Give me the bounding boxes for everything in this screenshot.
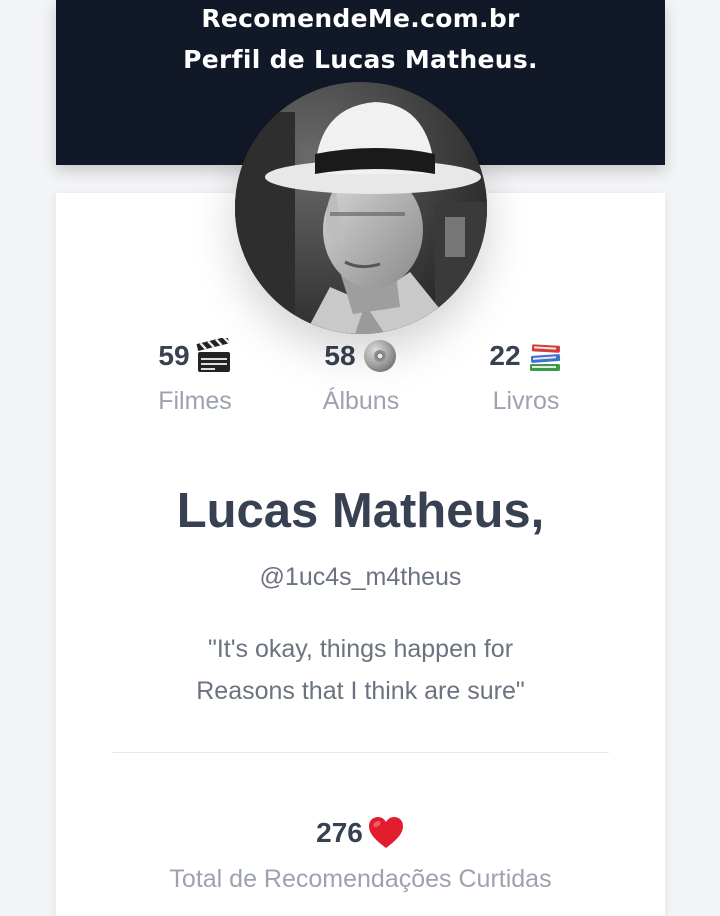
heart-icon: [367, 815, 405, 851]
likes-total: 276: [56, 815, 665, 851]
likes-count: 276: [316, 817, 363, 848]
divider: [112, 752, 609, 753]
page-title: Perfil de Lucas Matheus.: [183, 45, 538, 74]
bio-line: Reasons that I think are sure": [196, 677, 525, 705]
albums-label: Álbuns: [322, 387, 400, 415]
clapperboard-icon: [196, 336, 232, 374]
avatar: [235, 82, 487, 334]
books-label: Livros: [492, 387, 560, 415]
disc-icon: [362, 338, 398, 374]
books-count: 22: [489, 340, 521, 371]
books-icon: [527, 338, 563, 374]
profile-page: RecomendeMe.com.br Perfil de Lucas Mathe…: [0, 0, 720, 916]
profile-bio: "It's okay, things happen for Reasons th…: [56, 628, 665, 712]
avatar-photo: [235, 82, 487, 334]
films-count: 59: [158, 340, 190, 371]
bio-line: "It's okay, things happen for: [207, 635, 514, 663]
stat-albums[interactable]: 58 Álbuns: [281, 338, 441, 416]
albums-count: 58: [324, 340, 356, 371]
site-title[interactable]: RecomendeMe.com.br: [56, 4, 665, 34]
stat-books[interactable]: 22 Livros: [446, 338, 606, 416]
films-label: Filmes: [158, 387, 232, 415]
stat-films[interactable]: 59 Filmes: [115, 336, 275, 416]
profile-handle: @1uc4s_m4theus: [259, 563, 462, 591]
profile-name: Lucas Matheus,: [176, 484, 545, 538]
likes-label: Total de Recomendações Curtidas: [169, 865, 552, 893]
